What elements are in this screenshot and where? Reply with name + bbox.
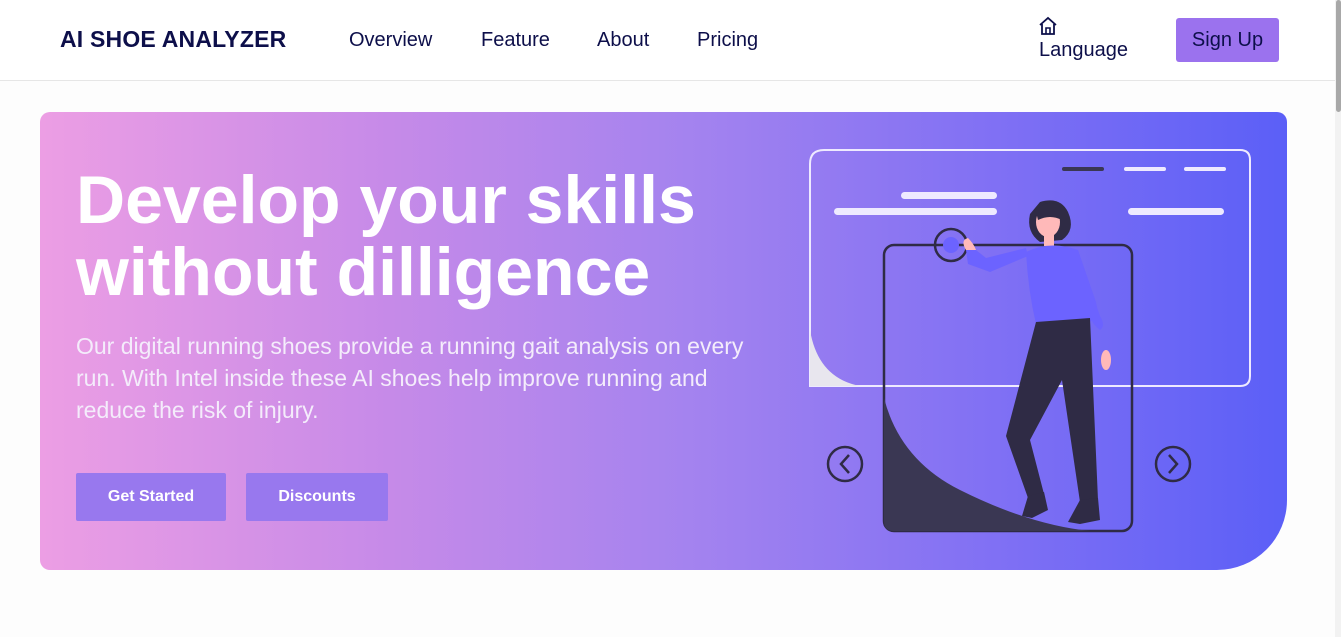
language-selector[interactable]: Language <box>1038 16 1138 64</box>
hero-banner: Develop your skills without dilligence O… <box>40 112 1287 570</box>
hero-title-line-2: without dilligence <box>76 234 651 310</box>
shadow-shape <box>884 398 1090 531</box>
hero-description: Our digital running shoes provide a runn… <box>76 333 744 423</box>
top-navbar: AI SHOE ANALYZER Overview Feature About … <box>0 0 1341 81</box>
hero-title-line-1: Develop your skills <box>76 162 696 238</box>
person-figure <box>933 200 1111 524</box>
scrollbar-thumb[interactable] <box>1336 0 1341 112</box>
get-started-button[interactable]: Get Started <box>76 473 226 521</box>
hero-illustration <box>809 149 1251 533</box>
page-scrollbar[interactable] <box>1335 0 1341 637</box>
nav-about[interactable]: About <box>597 29 649 52</box>
language-label: Language <box>1039 39 1128 61</box>
carousel-next-icon <box>1154 445 1192 483</box>
nav-overview[interactable]: Overview <box>349 29 432 52</box>
discounts-button[interactable]: Discounts <box>246 473 388 521</box>
signup-button[interactable]: Sign Up <box>1176 18 1279 62</box>
brand-logo[interactable]: AI SHOE ANALYZER <box>60 26 286 53</box>
nav-feature[interactable]: Feature <box>481 29 550 52</box>
carousel-prev-icon <box>826 445 864 483</box>
nav-pricing[interactable]: Pricing <box>697 29 758 52</box>
home-icon <box>1039 16 1057 35</box>
hero-title: Develop your skills without dilligence <box>76 164 796 308</box>
